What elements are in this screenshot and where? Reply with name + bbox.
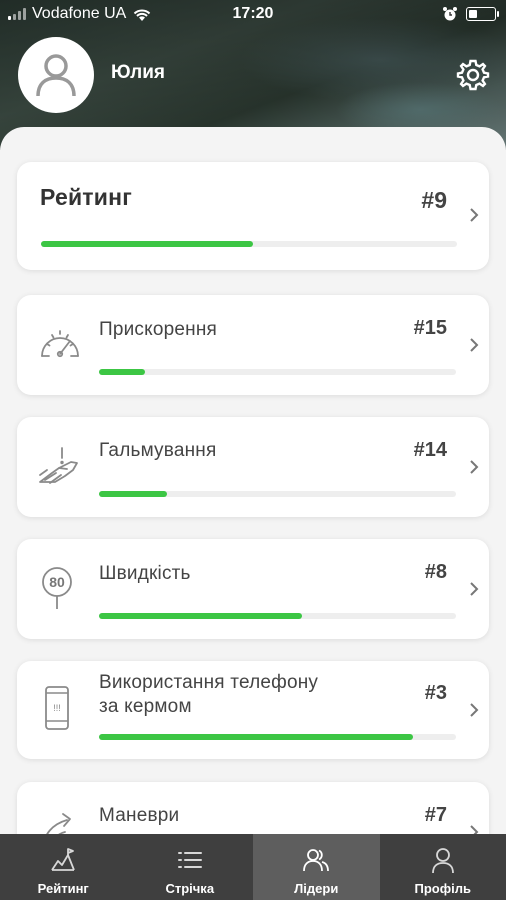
- category-label: Прискорення: [99, 319, 218, 340]
- rating-label: Рейтинг: [40, 184, 132, 210]
- avatar[interactable]: [18, 37, 94, 113]
- chevron-right-icon: [470, 338, 479, 352]
- chevron-right-icon: [470, 208, 479, 222]
- category-progress-track: [99, 734, 456, 740]
- category-card-phone-usage[interactable]: !!! Використання телефону за кермом #3: [17, 661, 489, 759]
- category-rank: #7: [424, 804, 447, 826]
- category-rank: #3: [424, 682, 447, 704]
- category-rank: #14: [413, 439, 447, 461]
- rating-progress-track: [41, 241, 457, 247]
- category-progress-track: [99, 369, 456, 375]
- category-progress-fill: [99, 734, 414, 740]
- rating-progress-fill: [41, 241, 254, 247]
- category-progress-track: [99, 613, 456, 619]
- category-progress-fill: [99, 369, 146, 375]
- chevron-right-icon: [470, 460, 479, 474]
- category-progress-fill: [99, 491, 167, 497]
- rating-rank: #9: [421, 187, 447, 213]
- tab-leaders[interactable]: Лідери: [253, 834, 380, 900]
- tab-label: Профіль: [414, 881, 471, 896]
- tab-label: Рейтинг: [37, 881, 89, 896]
- chevron-right-icon: [470, 582, 479, 596]
- category-rank: #15: [413, 317, 447, 339]
- bottom-tab-bar: Рейтинг Стрічка Лідери Профіль: [0, 834, 506, 900]
- status-bar: Vodafone UA 17:20: [0, 0, 506, 30]
- alarm-icon: [443, 7, 457, 21]
- category-card-braking[interactable]: Гальмування #14: [17, 417, 489, 517]
- status-right: [442, 6, 499, 22]
- rating-card[interactable]: Рейтинг #9: [17, 162, 489, 270]
- category-rank: #8: [424, 561, 447, 583]
- speed-limit-icon: 80: [42, 567, 72, 609]
- tab-feed[interactable]: Стрічка: [127, 834, 254, 900]
- category-card-acceleration[interactable]: Прискорення #15: [17, 295, 489, 395]
- content-sheet: Рейтинг #9 Прискорення #15 Гальмування #…: [0, 127, 506, 900]
- category-label-line1: Використання телефону: [99, 672, 319, 693]
- category-progress-track: [99, 491, 456, 497]
- braking-icon: [39, 447, 78, 484]
- category-label-line2: за кермом: [99, 696, 192, 717]
- category-progress-fill: [99, 613, 303, 619]
- tab-profile[interactable]: Профіль: [380, 834, 506, 900]
- speed-limit-value: 80: [49, 574, 65, 590]
- profile-icon: [431, 848, 454, 874]
- speedometer-icon: [41, 330, 79, 358]
- leaders-icon: [303, 849, 330, 872]
- tab-label: Лідери: [294, 881, 339, 896]
- status-time: 17:20: [232, 5, 274, 22]
- rating-chart-icon: [51, 848, 76, 871]
- chevron-right-icon: [470, 703, 479, 717]
- user-placeholder-icon: [36, 54, 76, 97]
- category-card-speed[interactable]: 80 Швидкість #8: [17, 539, 489, 639]
- gear-icon: [456, 59, 490, 91]
- tab-rating[interactable]: Рейтинг: [0, 834, 127, 900]
- category-label: Маневри: [99, 805, 180, 826]
- category-label: Гальмування: [99, 440, 217, 461]
- user-name: Юлия: [111, 62, 165, 83]
- phone-icon: !!!: [45, 686, 69, 730]
- settings-button[interactable]: [456, 58, 490, 92]
- category-label: Швидкість: [99, 563, 191, 584]
- list-icon: [177, 852, 202, 868]
- tab-label: Стрічка: [165, 881, 215, 896]
- category-label: Використання телефону за кермом: [99, 671, 318, 719]
- battery-icon: [466, 7, 499, 21]
- phone-alert-text: !!!: [53, 703, 61, 713]
